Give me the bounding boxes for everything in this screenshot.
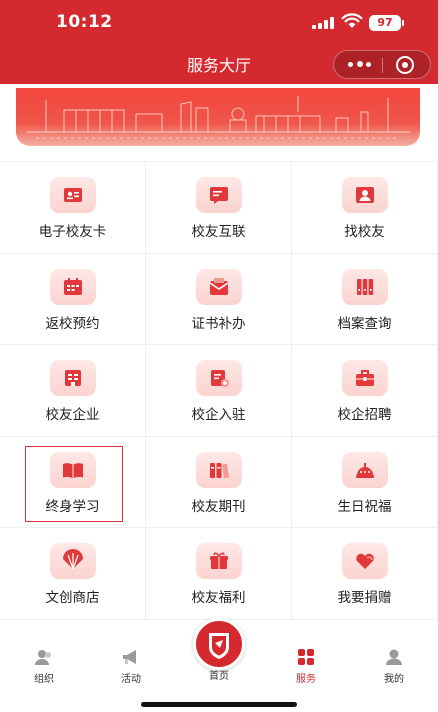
service-item-label: 校友期刊	[191, 498, 246, 515]
tab-org[interactable]: 组织	[14, 648, 74, 685]
user-icon	[386, 649, 402, 665]
battery-tip	[402, 20, 404, 26]
service-item-label: 证书补办	[191, 315, 246, 332]
tab-service[interactable]: 服务	[276, 648, 336, 685]
header: 10:12 97 服务大厅	[0, 0, 438, 84]
bottom-tab-bar: 组织 活动 首页 服务 我的	[0, 618, 438, 712]
service-item[interactable]: 档案查询	[292, 253, 438, 346]
service-item[interactable]: 找校友	[292, 162, 438, 254]
person-search-icon	[355, 187, 374, 203]
add-document-icon	[210, 370, 229, 388]
building-icon	[64, 370, 81, 387]
service-item-label: 校企入驻	[191, 407, 246, 424]
service-item[interactable]: 校友企业	[0, 345, 146, 437]
service-item[interactable]: 校友福利	[146, 528, 292, 620]
home-indicator	[141, 702, 297, 707]
service-item-label: 我要捐赠	[337, 590, 392, 607]
service-item-label: 校友互联	[191, 224, 246, 240]
service-item-label: 校企招聘	[337, 407, 392, 424]
service-item[interactable]: 证书补办	[146, 253, 292, 346]
service-item-label: 文创商店	[45, 590, 100, 607]
service-item-label: 生日祝福	[337, 498, 392, 515]
envelope-icon	[209, 277, 228, 295]
gift-icon	[209, 552, 228, 570]
service-item[interactable]: 返校预约	[0, 253, 146, 346]
binders-icon	[356, 278, 373, 295]
books-icon	[209, 462, 229, 478]
home-button[interactable]	[193, 618, 245, 670]
people-icon	[35, 650, 51, 665]
selected-item-highlight	[25, 446, 123, 522]
wifi-icon	[341, 13, 363, 28]
service-item-label: 校友企业	[45, 407, 100, 424]
status-bar: 10:12 97	[0, 0, 438, 46]
service-item-label: 电子校友卡	[38, 224, 107, 240]
tab-label: 服务	[296, 674, 316, 685]
service-item[interactable]: 我要捐赠	[292, 528, 438, 620]
fan-icon	[62, 549, 83, 570]
calendar-icon	[63, 277, 82, 295]
tab-label: 组织	[34, 674, 54, 685]
service-item-label: 找校友	[344, 224, 385, 240]
signal-icon	[312, 17, 334, 29]
tab-label: 首页	[209, 671, 229, 682]
tab-label: 活动	[121, 674, 141, 685]
service-item[interactable]: 校企入驻	[146, 345, 292, 437]
id-card-icon	[63, 188, 82, 202]
service-item[interactable]: 校友期刊	[146, 436, 292, 529]
grid-icon	[298, 649, 314, 665]
campus-skyline-illustration	[26, 96, 410, 139]
chat-card-icon	[209, 187, 228, 204]
capsule-divider	[382, 58, 383, 73]
tab-label: 我的	[384, 674, 404, 685]
mini-program-capsule	[333, 50, 431, 79]
service-grid: 电子校友卡 校友互联 找校友 返校预约 证书补办 档案查询 校友企业 校企入驻 …	[0, 161, 438, 620]
cake-icon	[355, 462, 374, 478]
service-item[interactable]: 校企招聘	[292, 345, 438, 437]
service-item[interactable]: 校友互联	[146, 162, 292, 254]
heart-hand-icon	[355, 554, 374, 570]
megaphone-icon	[123, 650, 136, 664]
service-item[interactable]: 电子校友卡	[0, 162, 146, 254]
service-item-label: 返校预约	[45, 315, 100, 332]
tab-activity[interactable]: 活动	[101, 648, 161, 685]
target-icon[interactable]	[396, 56, 414, 74]
more-dots-icon[interactable]	[345, 51, 375, 78]
campus-banner	[16, 88, 420, 146]
service-item[interactable]: 生日祝福	[292, 436, 438, 529]
service-item[interactable]: 文创商店	[0, 528, 146, 620]
battery-indicator: 97	[369, 15, 401, 31]
school-emblem-icon	[209, 633, 229, 659]
briefcase-icon	[355, 370, 374, 387]
status-time: 10:12	[56, 12, 113, 32]
tab-mine[interactable]: 我的	[364, 648, 424, 685]
service-item-label: 档案查询	[337, 315, 392, 332]
service-item-label: 校友福利	[191, 590, 246, 607]
